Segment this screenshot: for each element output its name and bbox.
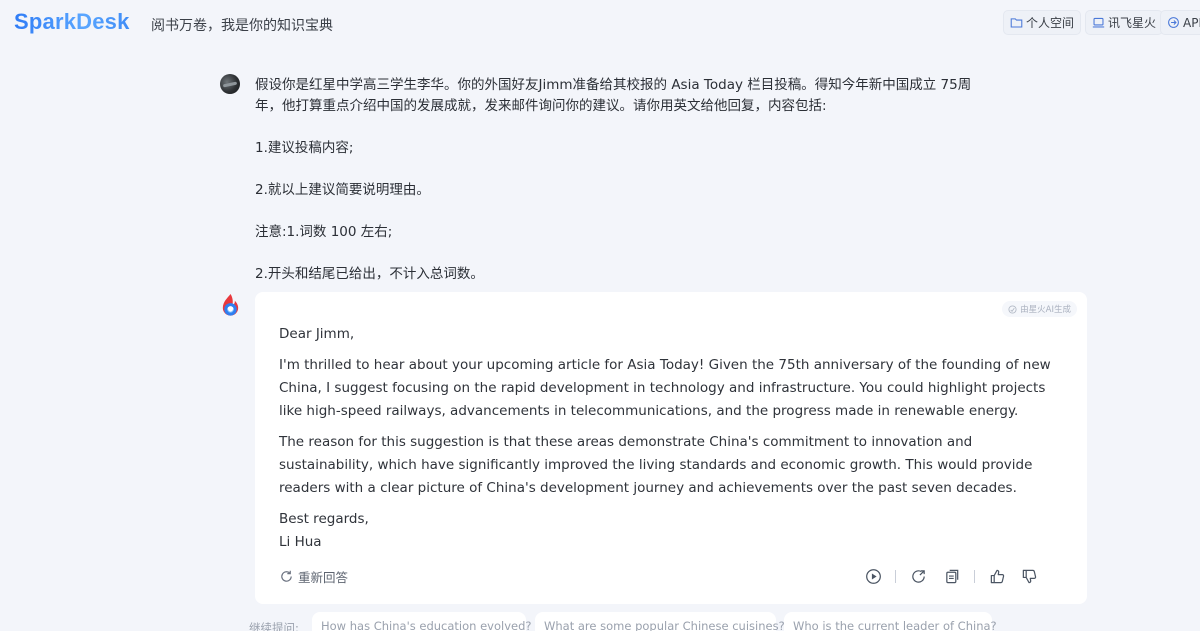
refresh-icon [281,570,292,582]
user-avatar [220,74,240,94]
letter-paragraph: I'm thrilled to hear about your upcoming… [279,357,1051,419]
copy-icon [945,569,958,583]
regenerate-label: 重新回答 [298,570,349,585]
personal-space-label: 个人空间 [1026,16,1075,30]
ai-generated-label: 由星火AI生成 [1020,305,1071,315]
top-header: SparkDesk 阅书万卷，我是你的知识宝典 个人空间 讯飞星火 API [0,0,1200,48]
xunfei-spark-label: 讯飞星火 [1108,16,1157,30]
regenerate-button[interactable]: 重新回答 [279,567,348,586]
letter-signature: Li Hua [279,534,322,550]
suggestion-chip[interactable]: What are some popular Chinese cuisines? [535,612,785,631]
spark-logo-icon [222,294,239,316]
play-audio-button[interactable] [863,566,883,586]
user-message-line: 2.开头和结尾已给出，不计入总词数。 [255,266,484,282]
share-button[interactable] [908,566,928,586]
xunfei-spark-button[interactable]: 讯飞星火 [1085,10,1164,35]
like-button[interactable] [987,566,1007,586]
copy-button[interactable] [942,566,962,586]
user-message-line: 年，他打算重点介绍中国的发展成就，发来邮件询问你的建议。请你用英文给他回复，内容… [255,98,827,114]
sparkdesk-logo[interactable]: SparkDesk [14,9,130,35]
api-label: API [1183,15,1200,30]
ai-generated-tag: 由星火AI生成 [1002,301,1077,317]
ai-response-card: 由星火AI生成 Dear Jimm, I'm thrilled to hear … [255,292,1087,604]
user-message-line: 假设你是红星中学高三学生李华。你的外国好友Jimm准备给其校报的 Asia To… [255,77,972,93]
ai-response-body: Dear Jimm, I'm thrilled to hear about yo… [279,323,1069,554]
user-message-line: 1.建议投稿内容; [255,140,354,156]
play-circle-icon [865,568,881,584]
action-divider [895,569,896,583]
personal-space-button[interactable]: 个人空间 [1003,10,1082,35]
user-message-line: 注意:1.词数 100 左右; [255,224,393,240]
letter-paragraph: The reason for this suggestion is that t… [279,434,1033,496]
letter-greeting: Dear Jimm, [279,326,355,342]
laptop-icon [1092,17,1105,28]
suggestion-chip[interactable]: How has China's education evolved? [312,612,532,631]
response-actions [863,566,1039,586]
user-message: 假设你是红星中学高三学生李华。你的外国好友Jimm准备给其校报的 Asia To… [255,75,1025,285]
ai-badge-icon [1008,304,1017,314]
suggestion-chip[interactable]: Who is the current leader of China? [784,612,997,631]
header-slogan: 阅书万卷，我是你的知识宝典 [151,18,333,34]
folder-icon [1010,18,1023,28]
follow-up-label: 继续提问: [249,621,299,631]
share-icon [911,569,925,583]
user-message-line: 2.就以上建议简要说明理由。 [255,182,430,198]
thumbs-down-icon [1022,569,1036,583]
api-button[interactable]: API [1160,10,1200,35]
action-divider [974,569,975,583]
api-icon [1168,17,1179,28]
thumbs-up-icon [990,569,1004,583]
letter-closing: Best regards, [279,511,369,527]
dislike-button[interactable] [1019,566,1039,586]
